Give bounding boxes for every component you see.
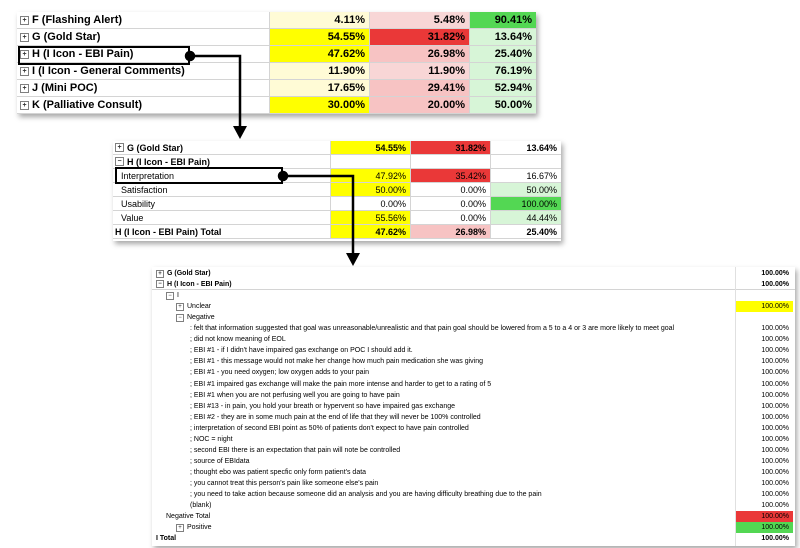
arrowhead-2 <box>346 253 360 266</box>
arrowhead-1 <box>233 126 247 139</box>
arrow-to-comments <box>277 170 355 255</box>
arrow-to-breakdown <box>184 50 242 128</box>
connector-arrows <box>184 50 360 266</box>
